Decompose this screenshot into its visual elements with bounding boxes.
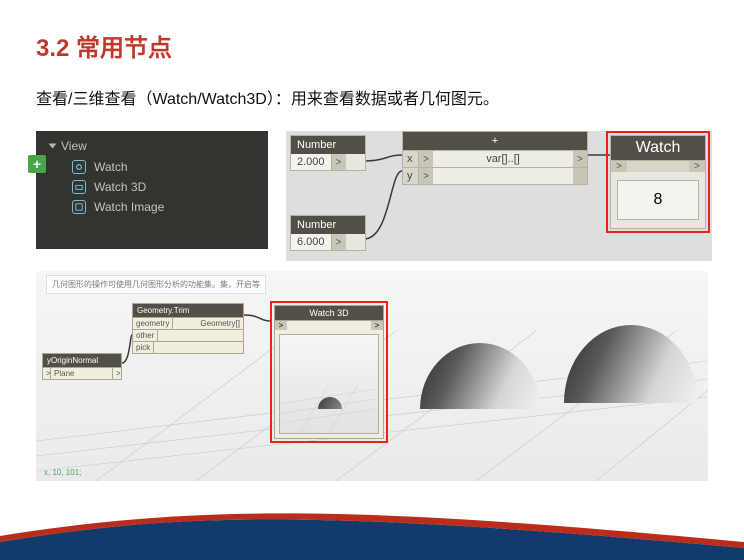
- plus-node[interactable]: + x>var[]..[]> y>: [402, 131, 588, 185]
- watch-icon: [72, 160, 86, 174]
- number-node-1[interactable]: Number 2.000>: [290, 135, 366, 171]
- library-item-watchimage[interactable]: Watch Image: [50, 197, 258, 217]
- number-node-2[interactable]: Number 6.000>: [290, 215, 366, 251]
- node-graph-3d[interactable]: 几何图形的操作可使用几何图形分析的功能集。集，开启等 Geometry.Trim…: [36, 271, 708, 481]
- library-item-watch3d[interactable]: Watch 3D: [50, 177, 258, 197]
- watch-node-highlight: Watch >> 8: [606, 131, 710, 233]
- section-heading: 3.2 常用节点: [36, 28, 712, 63]
- watchimage-icon: [72, 200, 86, 214]
- library-item-watch[interactable]: Watch: [50, 157, 258, 177]
- watch-node[interactable]: Watch >> 8: [610, 135, 706, 229]
- add-icon[interactable]: +: [28, 155, 46, 173]
- watch3d-icon: [72, 180, 86, 194]
- decorative-footer-swoosh: [0, 502, 744, 560]
- description-text: 查看/三维查看（Watch/Watch3D）：用来查看数据或者几何图元。: [36, 85, 712, 109]
- watch3d-node-highlight: Watch 3D >>: [270, 301, 388, 443]
- watch3d-node[interactable]: Watch 3D >>: [274, 305, 384, 439]
- node-graph-top[interactable]: Number 2.000> Number 6.000> + x>var[]..[…: [286, 131, 712, 261]
- library-category[interactable]: View: [50, 139, 258, 153]
- coordinate-readout: x, 10, 101;: [44, 468, 81, 477]
- watch-value: 8: [617, 180, 699, 220]
- watch3d-preview[interactable]: [279, 334, 379, 434]
- library-panel: + View Watch Watch 3D Watch Image: [36, 131, 268, 249]
